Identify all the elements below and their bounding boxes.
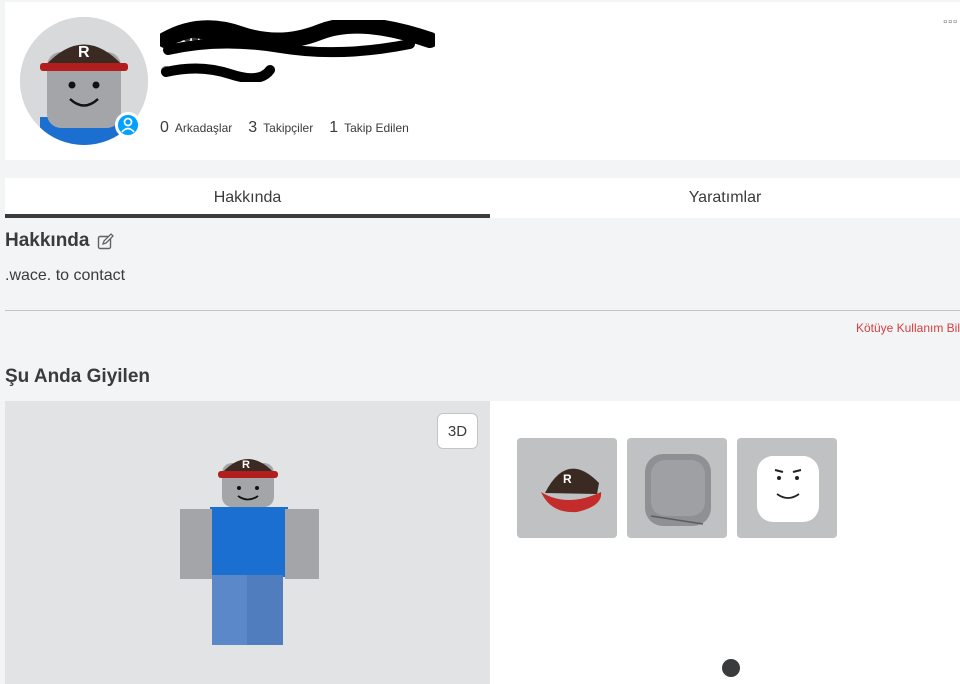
stat-label: Takipçiler (263, 121, 314, 135)
edit-icon[interactable] (97, 232, 115, 250)
stat-label: Takip Edilen (344, 121, 409, 135)
wearing-item[interactable]: R (517, 438, 617, 538)
stat-friends[interactable]: 0 Arkadaşlar (160, 119, 232, 137)
username: @•••••• (160, 62, 275, 82)
svg-text:R: R (563, 472, 572, 486)
wearing-item[interactable] (627, 438, 727, 538)
display-name: •••••••• (160, 20, 435, 58)
presence-badge (115, 112, 141, 138)
toggle-3d-button[interactable]: 3D (437, 413, 478, 449)
svg-text:R: R (78, 44, 90, 61)
stat-count: 1 (329, 119, 339, 136)
report-abuse-link[interactable]: Kötüye Kullanım Bil (856, 321, 960, 335)
stat-count: 0 (160, 119, 169, 136)
wearing-item[interactable] (737, 438, 837, 538)
profile-tabs: Hakkında Yaratımlar (5, 178, 960, 218)
currently-wearing-title: Şu Anda Giyilen (5, 366, 150, 387)
stat-label: Arkadaşlar (174, 121, 233, 135)
svg-text:R: R (242, 459, 250, 471)
more-options-button[interactable]: ▫▫▫ (943, 16, 958, 28)
face-icon (737, 438, 837, 538)
about-section-title: Hakkında (5, 230, 115, 252)
cap-icon: R (517, 438, 617, 538)
stat-count: 3 (248, 119, 258, 136)
stat-followers[interactable]: 3 Takipçiler (248, 119, 313, 137)
avatar-3d-viewer[interactable]: 3D R (5, 401, 490, 684)
stat-following[interactable]: 1 Takip Edilen (329, 119, 409, 137)
username-redaction (161, 63, 275, 82)
redaction-scribble (160, 20, 435, 58)
profile-stats: 0 Arkadaşlar 3 Takipçiler 1 Takip Edilen (160, 119, 409, 137)
about-description: .wace. to contact (5, 267, 126, 284)
user-icon (121, 117, 135, 133)
wearing-items-panel: R (490, 401, 960, 684)
tab-creations[interactable]: Yaratımlar (490, 178, 960, 218)
avatar-figure-icon: R (180, 459, 319, 645)
divider (5, 310, 960, 311)
cursor-dot (722, 659, 740, 677)
profile-header: R •••••••• @•••••• ▫▫▫ 0 Arkadaşlar 3 Ta… (5, 2, 960, 160)
tab-about[interactable]: Hakkında (5, 178, 490, 218)
head-icon (627, 438, 727, 538)
about-title-text: Hakkında (5, 230, 90, 251)
